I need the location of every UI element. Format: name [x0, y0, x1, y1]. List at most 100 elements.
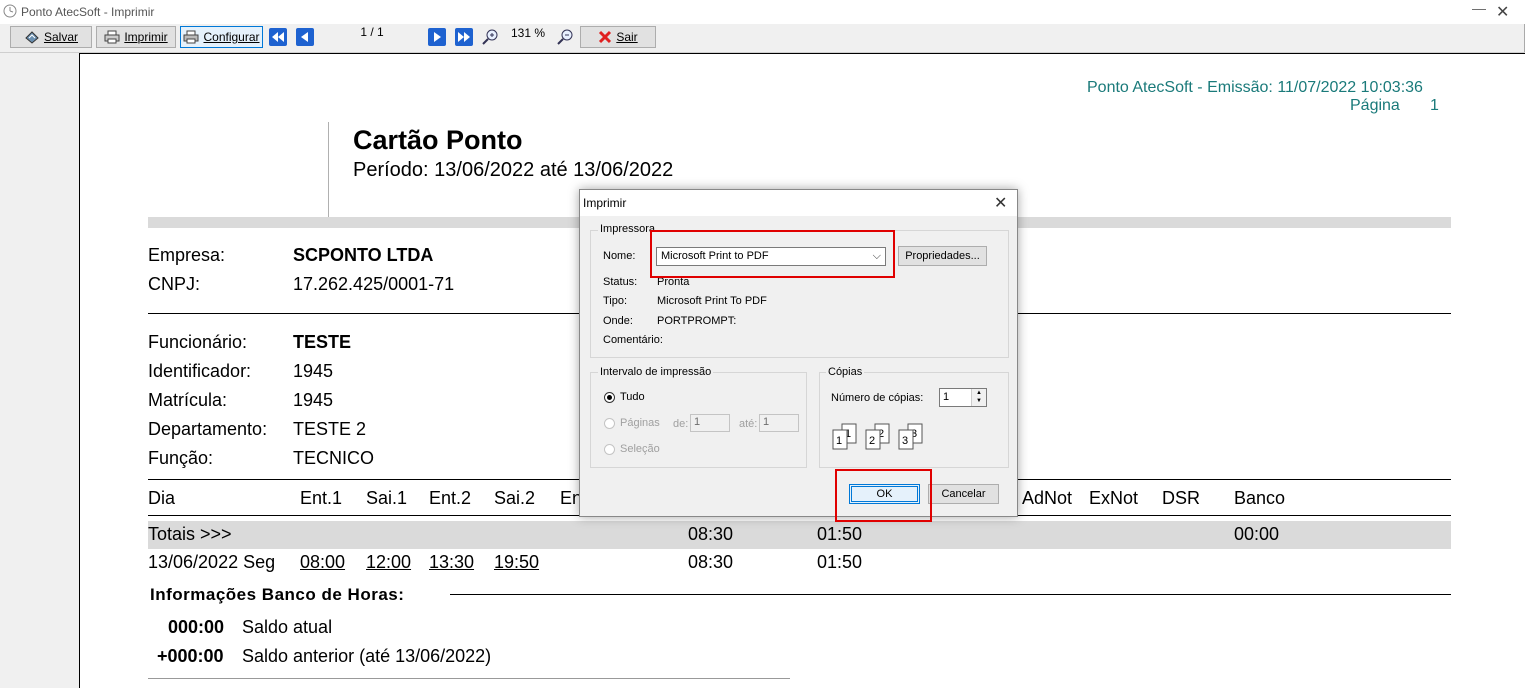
dialog-titlebar: Imprimir ✕: [580, 190, 1017, 216]
where-value: PORTPROMPT:: [657, 315, 737, 327]
printer-settings-icon: [183, 30, 199, 44]
department-value: TESTE 2: [293, 419, 367, 439]
report-emission: Ponto AtecSoft - Emissão: 11/07/2022 10:…: [1087, 79, 1423, 96]
registration-value: 1945: [293, 390, 334, 410]
type-label: Tipo:: [603, 295, 628, 307]
row-sai1[interactable]: 12:00: [366, 552, 411, 573]
column-sai2: Sai.2: [494, 488, 536, 508]
print-dialog: Imprimir ✕ Impressora Nome: Microsoft Pr…: [579, 189, 1018, 517]
exit-button[interactable]: Sair: [580, 26, 656, 48]
zoom-out-icon[interactable]: [556, 27, 576, 47]
collate-page-number: 3: [902, 435, 908, 447]
bank-previous-label: Saldo anterior (até 13/06/2022): [242, 646, 492, 666]
identifier-label: Identificador:: [148, 361, 252, 381]
to-input[interactable]: 1: [759, 414, 799, 432]
collate-pages-icon: 1 1 2 2 3 3: [832, 423, 923, 450]
window-close-icon[interactable]: ✕: [1496, 2, 1509, 22]
copies-input[interactable]: 1 ▲ ▼: [939, 388, 987, 407]
window-title: Ponto AtecSoft - Imprimir: [21, 5, 155, 19]
dialog-close-icon[interactable]: ✕: [994, 193, 1007, 213]
cnpj-label: CNPJ:: [148, 274, 201, 294]
identifier-value: 1945: [293, 361, 334, 381]
toolbar: Salvar Imprimir Configurar 1 / 1 131 % S…: [0, 24, 1525, 53]
status-label: Status:: [603, 276, 638, 288]
save-diskette-icon: [25, 31, 39, 44]
collate-page-number: 1: [836, 435, 842, 447]
cancel-button[interactable]: Cancelar: [928, 484, 999, 504]
range-selection-label: Seleção: [620, 443, 660, 455]
totals-value-2: 01:50: [817, 524, 863, 544]
previous-page-icon[interactable]: [295, 27, 315, 47]
report-title: Cartão Ponto: [353, 125, 523, 155]
clock-app-icon: [3, 4, 17, 18]
row-ent1[interactable]: 08:00: [300, 552, 345, 573]
printer-group-label: Impressora: [598, 223, 658, 235]
report-page-label: Página: [1350, 97, 1400, 114]
window-titlebar: Ponto AtecSoft - Imprimir — ✕: [0, 0, 1525, 24]
page-border-top: [79, 53, 1525, 54]
row-date: 13/06/2022 Seg: [148, 552, 276, 572]
row-sai2[interactable]: 19:50: [494, 552, 539, 573]
first-page-icon[interactable]: [268, 27, 288, 47]
company-value: SCPONTO LTDA: [293, 245, 434, 265]
ok-button[interactable]: OK: [849, 484, 920, 504]
chevron-down-icon: ⌵: [872, 250, 881, 262]
range-selection-radio[interactable]: [604, 444, 615, 455]
copies-label: Número de cópias:: [831, 392, 924, 404]
name-label: Nome:: [603, 250, 636, 262]
totals-banco: 00:00: [1234, 524, 1280, 544]
range-all-label: Tudo: [620, 391, 645, 403]
registration-label: Matrícula:: [148, 390, 228, 410]
print-button[interactable]: Imprimir: [96, 26, 176, 48]
type-value: Microsoft Print To PDF: [657, 295, 767, 307]
row-value-2: 01:50: [817, 552, 863, 572]
title-divider: [328, 122, 329, 217]
printer-select[interactable]: Microsoft Print to PDF ⌵: [656, 247, 886, 266]
bank-title: Informações Banco de Horas:: [150, 585, 405, 604]
bank-current-value: 000:00: [168, 617, 225, 637]
role-label: Função:: [148, 448, 214, 468]
save-button[interactable]: Salvar: [10, 26, 92, 48]
column-ent1: Ent.1: [300, 488, 343, 508]
printer-icon: [104, 30, 120, 44]
range-pages-radio[interactable]: [604, 418, 615, 429]
to-label: até:: [739, 418, 758, 430]
row-value-1: 08:30: [688, 552, 734, 572]
cnpj-value: 17.262.425/0001-71: [293, 274, 455, 294]
collate-page-number: 2: [869, 435, 875, 447]
employee-label: Funcionário:: [148, 332, 248, 352]
totals-value-1: 08:30: [688, 524, 734, 544]
bank-bottom-rule: [148, 678, 790, 679]
dialog-title: Imprimir: [583, 196, 627, 210]
status-value: Pronta: [657, 276, 690, 288]
red-x-icon: [599, 30, 612, 44]
totals-label: Totais >>>: [148, 524, 232, 544]
page-border-left: [79, 53, 80, 688]
properties-button[interactable]: Propriedades...: [898, 246, 987, 266]
report-page-number: 1: [1430, 97, 1439, 114]
printer-selected-value: Microsoft Print to PDF: [661, 250, 769, 262]
row-ent2[interactable]: 13:30: [429, 552, 474, 573]
from-label: de:: [673, 418, 689, 430]
last-page-icon[interactable]: [454, 27, 474, 47]
comment-label: Comentário:: [603, 334, 663, 346]
configure-button[interactable]: Configurar: [180, 26, 263, 48]
zoom-in-icon[interactable]: [481, 27, 501, 47]
column-dia: Dia: [148, 488, 176, 508]
range-all-radio[interactable]: [604, 392, 615, 403]
minimize-icon[interactable]: —: [1472, 0, 1486, 16]
column-exnot: ExNot: [1089, 488, 1139, 508]
next-page-icon[interactable]: [427, 27, 447, 47]
role-value: TECNICO: [293, 448, 374, 468]
bank-previous-value: +000:00: [157, 646, 224, 666]
column-banco: Banco: [1234, 488, 1286, 508]
where-label: Onde:: [603, 315, 633, 327]
zoom-level: 131 %: [510, 26, 546, 40]
report-period: Período: 13/06/2022 até 13/06/2022: [353, 159, 674, 181]
print-range-label: Intervalo de impressão: [598, 366, 714, 378]
bank-current-label: Saldo atual: [242, 617, 333, 637]
copies-spinner-icon[interactable]: ▲ ▼: [971, 389, 986, 406]
from-input[interactable]: 1: [690, 414, 730, 432]
page-indicator: 1 / 1: [360, 25, 384, 39]
company-label: Empresa:: [148, 245, 226, 265]
